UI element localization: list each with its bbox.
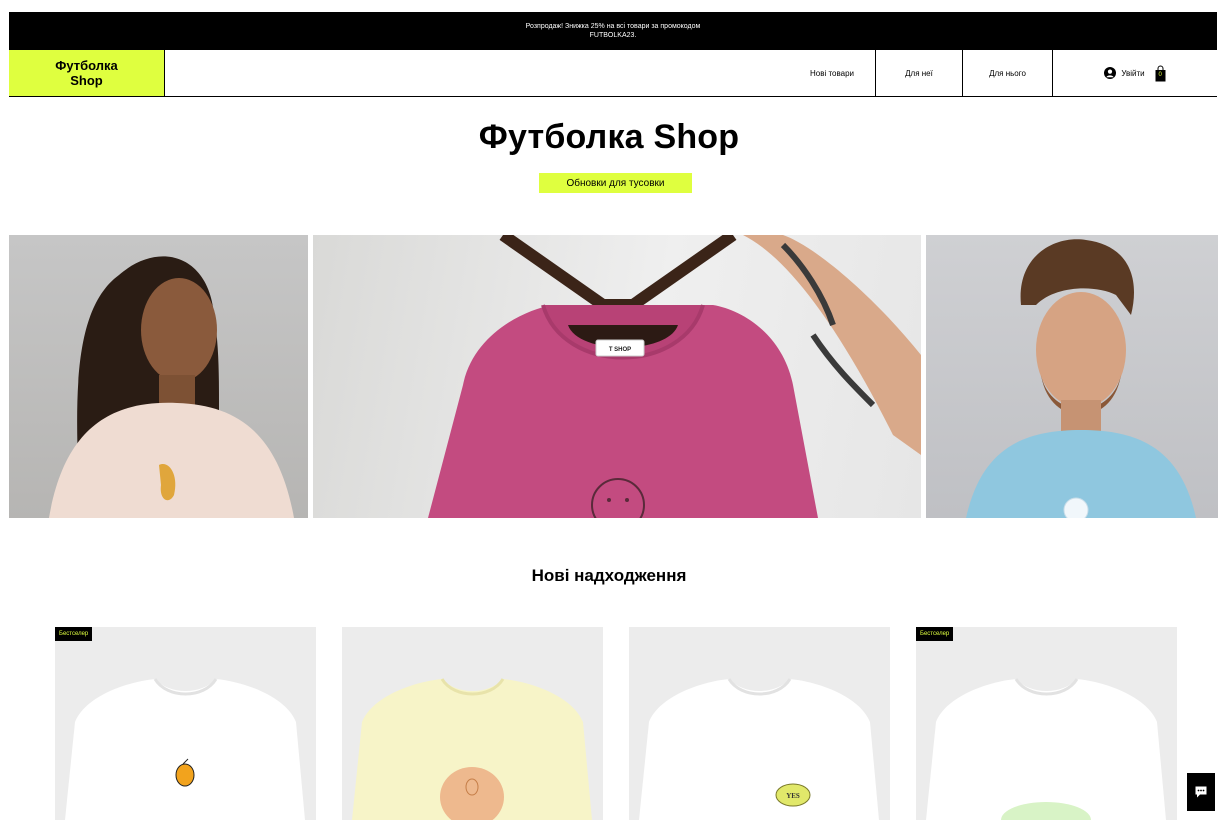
tshirt-image bbox=[65, 678, 305, 820]
nav-for-her[interactable]: Для неї bbox=[876, 50, 963, 96]
new-arrivals-title: Нові надходження bbox=[531, 566, 687, 585]
account-area: Увійти 0 bbox=[1053, 50, 1217, 96]
tshirt-image bbox=[352, 678, 592, 820]
product-card[interactable]: Бестселер bbox=[55, 627, 316, 820]
product-card[interactable] bbox=[342, 627, 603, 820]
product-card[interactable]: YES bbox=[629, 627, 890, 820]
banner-image-man bbox=[926, 235, 1218, 518]
hero-cta-button[interactable]: Обновки для тусовки bbox=[539, 173, 692, 193]
chat-button[interactable] bbox=[1187, 773, 1215, 811]
woman-photo-illustration bbox=[49, 256, 294, 518]
banner-image-woman bbox=[9, 235, 308, 518]
logo-line2: Shop bbox=[70, 73, 103, 88]
logo-line1: Футболка bbox=[55, 58, 118, 73]
cart-count: 0 bbox=[1158, 71, 1162, 78]
bestseller-badge: Бестселер bbox=[55, 627, 93, 641]
site-logo[interactable]: Футболка Shop bbox=[9, 50, 165, 96]
bestseller-badge: Бестселер bbox=[916, 627, 954, 641]
chat-icon bbox=[1195, 786, 1207, 798]
tshirt-tag-text: T SHOP bbox=[609, 347, 631, 353]
site-header: Футболка Shop Нові товари Для неї Для нь… bbox=[9, 50, 1217, 97]
banner-image-pink-tshirt: T SHOP bbox=[313, 235, 921, 518]
tshirt-print-text: YES bbox=[786, 792, 800, 800]
login-label: Увійти bbox=[1121, 68, 1145, 78]
promo-bar: Розпродаж! Знижка 25% на всі товари за п… bbox=[9, 12, 1217, 50]
man-photo-illustration bbox=[966, 239, 1196, 518]
login-button[interactable]: Увійти bbox=[1104, 67, 1145, 79]
hero-title: Футболка Shop bbox=[478, 118, 740, 156]
pink-tshirt-illustration: T SHOP bbox=[428, 235, 921, 518]
product-card[interactable]: Бестселер bbox=[916, 627, 1177, 820]
nav-new-items[interactable]: Нові товари bbox=[789, 50, 876, 96]
nav-for-him[interactable]: Для нього bbox=[963, 50, 1053, 96]
header-spacer bbox=[165, 50, 789, 96]
promo-text-line1: Розпродаж! Знижка 25% на всі товари за п… bbox=[525, 23, 701, 30]
promo-text-line2: FUTBOLKA23. bbox=[589, 32, 637, 39]
user-icon bbox=[1104, 67, 1117, 79]
tshirt-image: YES bbox=[639, 678, 879, 820]
cart-button[interactable]: 0 bbox=[1155, 65, 1166, 82]
tshirt-image bbox=[926, 678, 1166, 820]
